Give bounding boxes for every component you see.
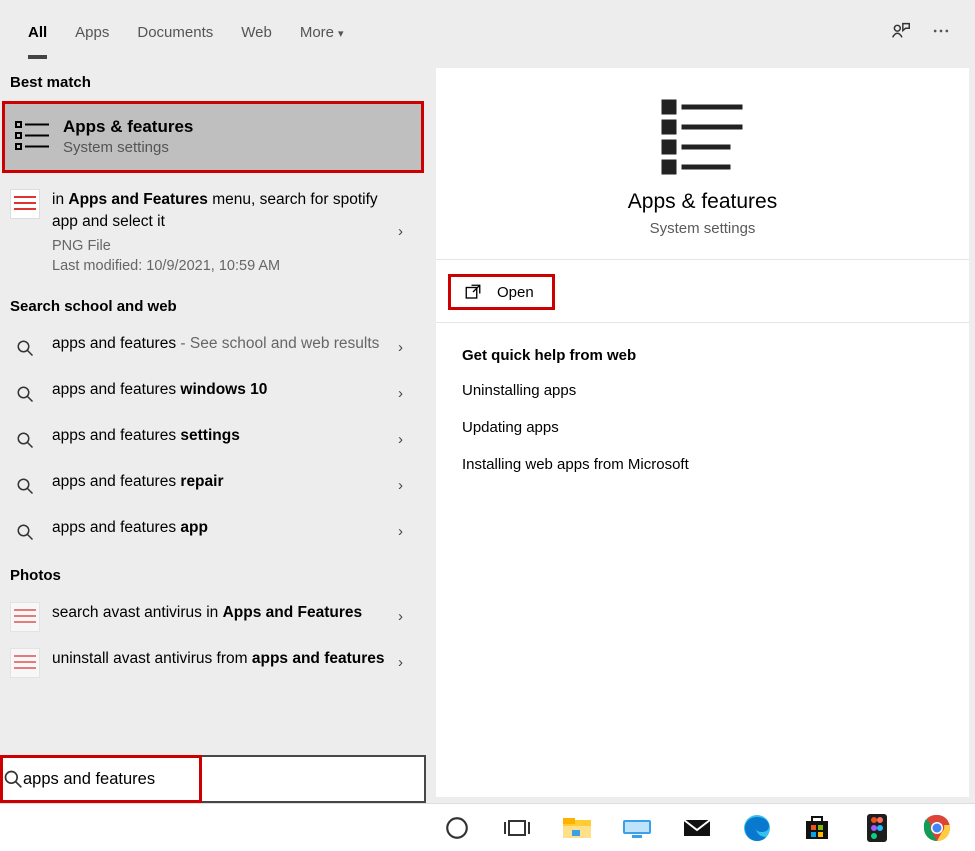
file-result[interactable]: in Apps and Features menu, search for sp… xyxy=(0,175,426,286)
open-external-icon xyxy=(463,283,483,301)
quick-help-link[interactable]: Uninstalling apps xyxy=(462,382,943,399)
chevron-right-icon[interactable]: › xyxy=(398,431,418,448)
chevron-right-icon[interactable]: › xyxy=(398,477,418,494)
photo-thumbnail-icon xyxy=(10,648,40,678)
search-icon xyxy=(10,425,40,455)
open-button[interactable]: Open xyxy=(448,274,555,310)
tab-documents[interactable]: Documents xyxy=(123,4,227,59)
chrome-browser-icon[interactable] xyxy=(916,807,958,849)
highlight-best-match: Apps & features System settings xyxy=(2,101,424,173)
web-result-text: apps and features windows 10 xyxy=(52,379,386,401)
section-search-web: Search school and web xyxy=(0,286,426,325)
microsoft-store-icon[interactable] xyxy=(796,807,838,849)
photo-result-text: uninstall avast antivirus from apps and … xyxy=(52,648,386,670)
search-icon xyxy=(10,471,40,501)
chevron-right-icon[interactable]: › xyxy=(398,339,418,356)
tab-all[interactable]: All xyxy=(14,4,61,59)
chevron-down-icon: ▾ xyxy=(338,28,344,40)
search-scope-tabs: All Apps Documents Web More▾ xyxy=(0,0,975,62)
figma-icon[interactable] xyxy=(856,807,898,849)
section-best-match: Best match xyxy=(0,62,426,101)
cortana-icon[interactable] xyxy=(436,807,478,849)
web-result-text: apps and features app xyxy=(52,517,386,539)
web-result[interactable]: apps and features windows 10 › xyxy=(0,371,426,417)
web-result[interactable]: apps and features repair › xyxy=(0,463,426,509)
preview-subtitle: System settings xyxy=(650,220,756,237)
feedback-icon[interactable] xyxy=(881,11,921,51)
search-icon xyxy=(10,379,40,409)
highlight-search-box xyxy=(0,755,202,803)
web-result-text: apps and features settings xyxy=(52,425,386,447)
file-type-label: PNG File xyxy=(52,238,386,254)
chevron-right-icon[interactable]: › xyxy=(398,223,418,240)
web-result[interactable]: apps and features app › xyxy=(0,509,426,555)
search-bar xyxy=(0,755,426,803)
results-pane: Best match Apps & features System settin… xyxy=(0,62,426,803)
web-result-text: apps and features repair xyxy=(52,471,386,493)
chevron-right-icon[interactable]: › xyxy=(398,608,418,625)
tab-more[interactable]: More▾ xyxy=(286,4,358,59)
tab-web[interactable]: Web xyxy=(227,4,286,59)
best-match-subtitle: System settings xyxy=(63,139,193,156)
apps-features-list-icon xyxy=(658,96,748,176)
more-options-icon[interactable] xyxy=(921,11,961,51)
photo-result-text: search avast antivirus in Apps and Featu… xyxy=(52,602,386,624)
preview-title: Apps & features xyxy=(628,190,777,214)
chevron-right-icon[interactable]: › xyxy=(398,654,418,671)
on-screen-keyboard-icon[interactable] xyxy=(616,807,658,849)
preview-pane: Apps & features System settings Open Get… xyxy=(436,68,969,797)
web-result-text: apps and features - See school and web r… xyxy=(52,333,386,355)
mail-icon[interactable] xyxy=(676,807,718,849)
apps-features-list-icon xyxy=(13,116,53,156)
quick-help-header: Get quick help from web xyxy=(462,347,943,364)
file-modified-label: Last modified: 10/9/2021, 10:59 AM xyxy=(52,258,386,274)
file-explorer-icon[interactable] xyxy=(556,807,598,849)
photo-thumbnail-icon xyxy=(10,602,40,632)
photo-result[interactable]: uninstall avast antivirus from apps and … xyxy=(0,640,426,686)
open-label: Open xyxy=(497,284,534,301)
quick-help-link[interactable]: Updating apps xyxy=(462,419,943,436)
web-result[interactable]: apps and features settings › xyxy=(0,417,426,463)
search-icon xyxy=(10,517,40,547)
best-match-title: Apps & features xyxy=(63,117,193,137)
edge-browser-icon[interactable] xyxy=(736,807,778,849)
task-view-icon[interactable] xyxy=(496,807,538,849)
file-thumbnail-icon xyxy=(10,189,40,219)
web-result[interactable]: apps and features - See school and web r… xyxy=(0,325,426,371)
taskbar xyxy=(0,803,975,851)
chevron-right-icon[interactable]: › xyxy=(398,523,418,540)
tab-apps[interactable]: Apps xyxy=(61,4,123,59)
search-icon xyxy=(10,333,40,363)
quick-help-link[interactable]: Installing web apps from Microsoft xyxy=(462,456,943,473)
file-result-title: in Apps and Features menu, search for sp… xyxy=(52,189,386,234)
section-photos: Photos xyxy=(0,555,426,594)
photo-result[interactable]: search avast antivirus in Apps and Featu… xyxy=(0,594,426,640)
search-icon xyxy=(3,769,23,789)
best-match-result[interactable]: Apps & features System settings xyxy=(5,104,421,170)
chevron-right-icon[interactable]: › xyxy=(398,385,418,402)
